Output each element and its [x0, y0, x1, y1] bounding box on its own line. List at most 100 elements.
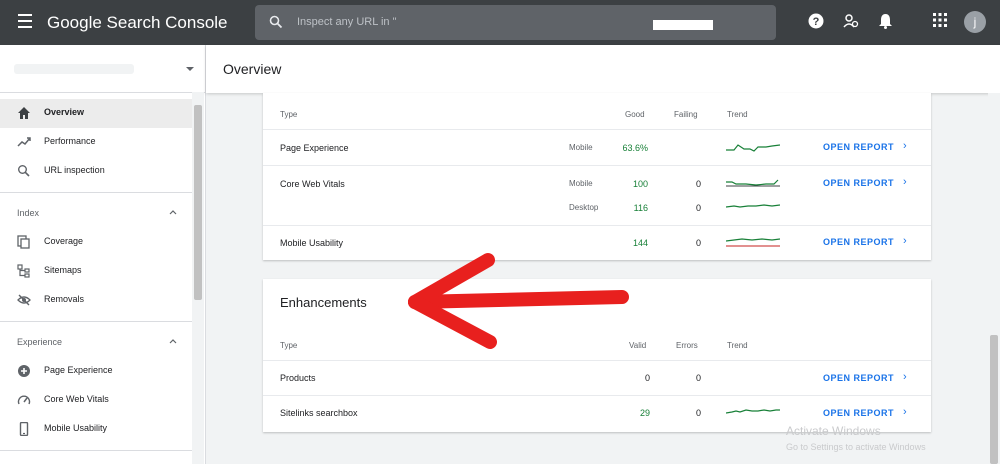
trend-sparkline	[726, 238, 780, 247]
trend-sparkline	[726, 179, 780, 187]
sidebar-item-label: Page Experience	[44, 365, 113, 375]
page-header: Overview	[206, 45, 1000, 93]
section-label-index: Index	[17, 208, 40, 218]
plus-circle-icon	[18, 365, 30, 377]
chevron-up-icon[interactable]	[169, 209, 177, 215]
divider	[263, 129, 931, 130]
sidebar-item-label: Mobile Usability	[44, 423, 108, 433]
dropdown-caret-icon	[186, 67, 194, 71]
row-type: Core Web Vitals	[280, 179, 345, 189]
open-report-link[interactable]: OPEN REPORT	[823, 178, 894, 188]
windows-activation-watermark: Activate Windows	[786, 424, 881, 438]
sidebar-item-label: Core Web Vitals	[44, 394, 109, 404]
sidebar-item-url-inspection[interactable]: URL inspection	[0, 157, 192, 186]
column-header-trend: Trend	[727, 341, 748, 350]
row-type: Page Experience	[280, 143, 349, 153]
redacted-property-name	[14, 64, 134, 74]
row-errors-value: 0	[695, 408, 701, 418]
main-scrollbar-thumb[interactable]	[990, 335, 998, 464]
trending-up-icon	[17, 137, 31, 147]
sidebar-item-coverage[interactable]: Coverage	[0, 228, 192, 257]
divider	[263, 165, 931, 166]
divider	[0, 321, 192, 322]
row-device: Mobile	[569, 179, 593, 188]
notifications-icon[interactable]	[878, 13, 893, 29]
sitemap-icon	[17, 264, 30, 278]
manage-users-icon[interactable]	[843, 13, 859, 29]
apps-grid-icon[interactable]	[933, 13, 947, 27]
sidebar-scrollbar-thumb[interactable]	[194, 105, 202, 300]
open-report-link[interactable]: OPEN REPORT	[823, 237, 894, 247]
redacted-domain	[653, 20, 713, 30]
sidebar-item-label: Sitemaps	[44, 265, 82, 275]
account-avatar[interactable]: j	[964, 11, 986, 33]
row-device: Mobile	[569, 143, 593, 152]
sidebar-item-overview[interactable]: Overview	[0, 99, 192, 128]
column-header-trend: Trend	[727, 110, 748, 119]
top-app-bar: Google Search Console Inspect any URL in…	[0, 0, 1000, 45]
row-valid-value: 0	[644, 373, 650, 383]
search-placeholder: Inspect any URL in "	[297, 16, 397, 28]
divider	[0, 450, 192, 451]
row-errors-value: 0	[695, 373, 701, 383]
sidebar-item-page-experience[interactable]: Page Experience	[0, 357, 192, 386]
divider	[263, 395, 931, 396]
trend-sparkline	[726, 409, 780, 414]
open-report-link[interactable]: OPEN REPORT	[823, 373, 894, 383]
row-good-value: 100	[632, 179, 648, 189]
sidebar-item-label: Removals	[44, 294, 85, 304]
chevron-right-icon[interactable]: ›	[903, 235, 907, 247]
svg-text:?: ?	[813, 16, 820, 28]
smartphone-icon	[19, 422, 29, 436]
column-header-errors: Errors	[676, 341, 698, 350]
row-good-value: 63.6%	[622, 143, 648, 153]
sidebar-item-core-web-vitals[interactable]: Core Web Vitals	[0, 386, 192, 415]
sidebar-item-label: Coverage	[44, 236, 84, 246]
copy-icon	[17, 235, 30, 249]
sidebar-item-label: Performance	[44, 136, 96, 146]
sidebar-item-sitemaps[interactable]: Sitemaps	[0, 257, 192, 286]
trend-sparkline	[726, 144, 780, 152]
chevron-up-icon[interactable]	[169, 338, 177, 344]
divider	[263, 225, 931, 226]
sidebar: Overview Performance URL inspection Inde…	[0, 45, 206, 464]
menu-icon[interactable]	[18, 14, 32, 28]
column-header-failing: Failing	[674, 110, 698, 119]
home-icon	[18, 107, 30, 119]
sidebar-item-mobile-usability[interactable]: Mobile Usability	[0, 415, 192, 444]
property-selector[interactable]	[0, 45, 205, 93]
sidebar-item-performance[interactable]: Performance	[0, 128, 192, 157]
row-failing-value: 0	[695, 203, 701, 213]
help-icon[interactable]: ?	[808, 13, 824, 29]
speed-icon	[17, 395, 31, 405]
card-title: Enhancements	[280, 295, 367, 310]
url-inspect-search[interactable]: Inspect any URL in "	[255, 5, 776, 40]
visibility-off-icon	[17, 294, 31, 306]
chevron-right-icon[interactable]: ›	[903, 140, 907, 152]
divider	[0, 192, 192, 193]
row-type: Products	[280, 373, 316, 383]
windows-activation-hint: Go to Settings to activate Windows	[786, 442, 926, 452]
search-icon	[269, 15, 283, 29]
row-valid-value: 29	[639, 408, 650, 418]
sidebar-item-removals[interactable]: Removals	[0, 286, 192, 315]
chevron-right-icon[interactable]: ›	[903, 371, 907, 383]
row-device: Desktop	[569, 203, 599, 212]
row-type: Mobile Usability	[280, 238, 344, 248]
sidebar-item-label: Overview	[44, 107, 85, 117]
column-header-type: Type	[280, 110, 298, 119]
sidebar-item-label: URL inspection	[44, 165, 105, 175]
divider	[263, 360, 931, 361]
row-failing-value: 0	[695, 179, 701, 189]
column-header-good: Good	[625, 110, 645, 119]
page-title: Overview	[223, 61, 282, 77]
search-icon	[18, 165, 30, 177]
row-type: Sitelinks searchbox	[280, 408, 358, 418]
open-report-link[interactable]: OPEN REPORT	[823, 408, 894, 418]
section-label-experience: Experience	[17, 337, 63, 347]
chevron-right-icon[interactable]: ›	[903, 406, 907, 418]
app-brand[interactable]: Google Search Console	[47, 13, 228, 33]
chevron-right-icon[interactable]: ›	[903, 176, 907, 188]
row-failing-value: 0	[695, 238, 701, 248]
open-report-link[interactable]: OPEN REPORT	[823, 142, 894, 152]
